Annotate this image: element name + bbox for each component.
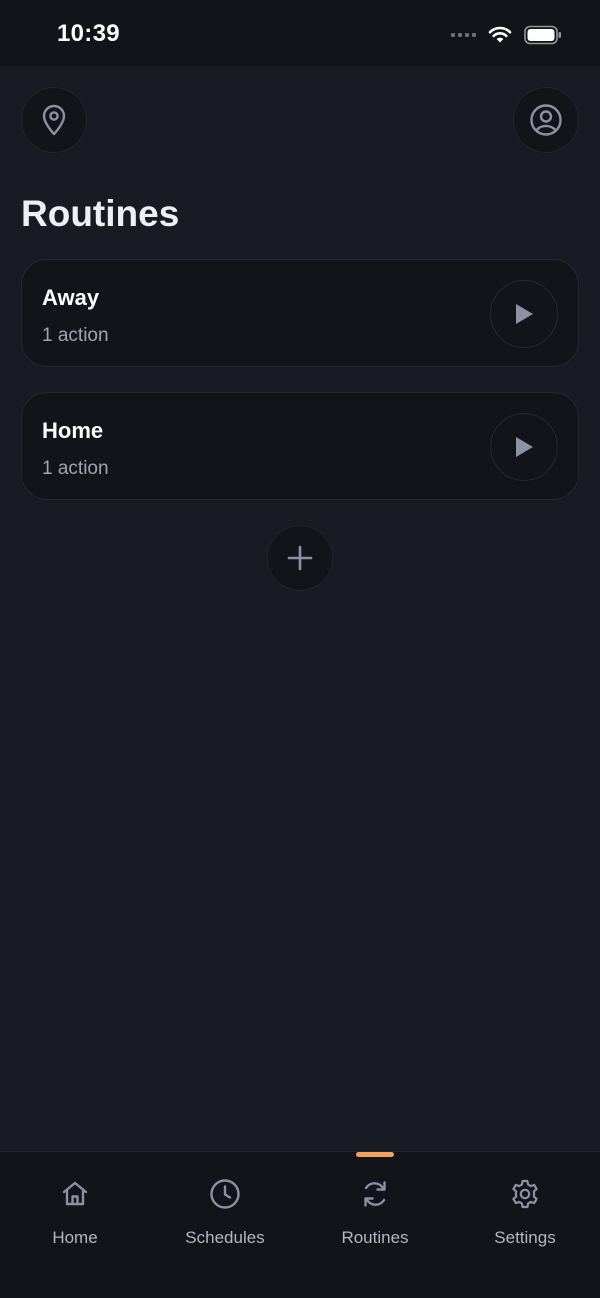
tab-label: Settings	[494, 1228, 556, 1247]
profile-button[interactable]	[513, 87, 579, 153]
play-icon	[516, 304, 533, 324]
tab-settings[interactable]: Settings	[450, 1152, 600, 1272]
clock-icon	[209, 1177, 241, 1211]
user-circle-icon	[530, 104, 562, 136]
location-button[interactable]	[21, 87, 87, 153]
gear-icon	[509, 1177, 541, 1211]
routine-name: Away	[42, 285, 100, 310]
status-icons	[451, 24, 562, 46]
location-pin-icon	[42, 104, 66, 136]
tab-schedules[interactable]: Schedules	[150, 1152, 300, 1272]
page-title: Routines	[21, 193, 180, 234]
tab-label: Home	[52, 1228, 98, 1247]
tab-routines[interactable]: Routines	[300, 1152, 450, 1272]
battery-icon	[524, 25, 562, 45]
run-routine-button[interactable]	[490, 413, 558, 481]
tab-home[interactable]: Home	[0, 1152, 150, 1272]
plus-icon	[287, 545, 313, 571]
routine-action-count: 1 action	[42, 458, 109, 479]
run-routine-button[interactable]	[490, 280, 558, 348]
home-icon	[60, 1177, 90, 1211]
refresh-icon	[360, 1177, 390, 1211]
routine-action-count: 1 action	[42, 325, 109, 346]
active-tab-indicator	[356, 1152, 394, 1157]
signal-dots-icon	[451, 33, 476, 37]
tab-label: Schedules	[185, 1228, 265, 1247]
tab-label: Routines	[341, 1228, 409, 1247]
routine-name: Home	[42, 418, 104, 443]
play-icon	[516, 437, 533, 457]
add-routine-button[interactable]	[267, 525, 333, 591]
tab-bar: Home Schedules Routines Settings	[0, 1151, 600, 1298]
routine-card-home[interactable]: Home 1 action	[21, 392, 579, 500]
wifi-icon	[488, 26, 512, 44]
status-bar: 10:39	[0, 0, 600, 66]
status-time: 10:39	[57, 20, 120, 47]
routine-card-away[interactable]: Away 1 action	[21, 259, 579, 367]
